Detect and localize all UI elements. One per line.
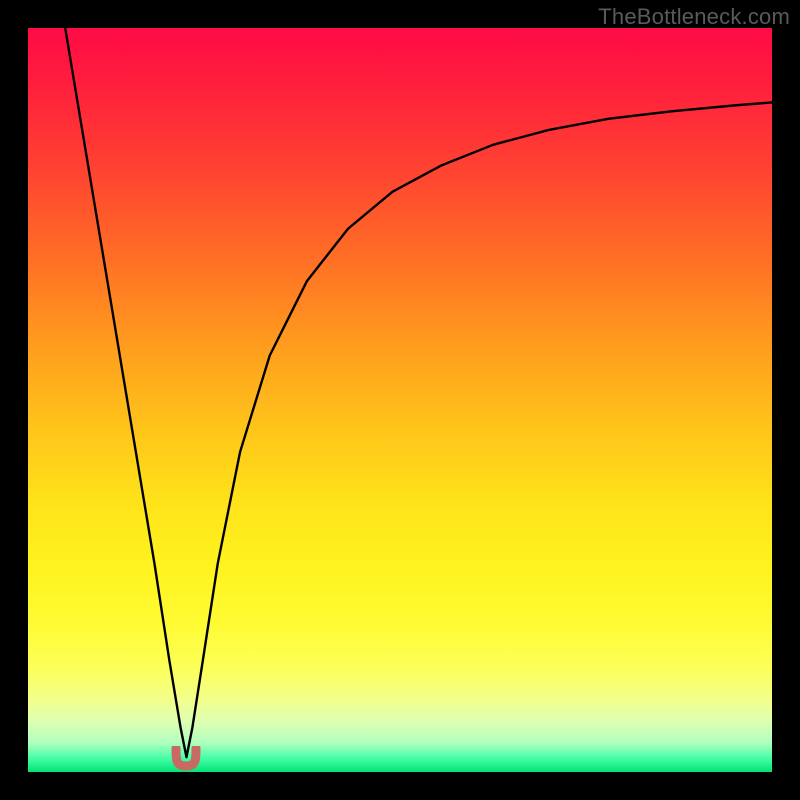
- chart-frame: TheBottleneck.com: [0, 0, 800, 800]
- watermark-text: TheBottleneck.com: [598, 4, 790, 30]
- bottleneck-curve: [28, 28, 772, 772]
- plot-area: [28, 28, 772, 772]
